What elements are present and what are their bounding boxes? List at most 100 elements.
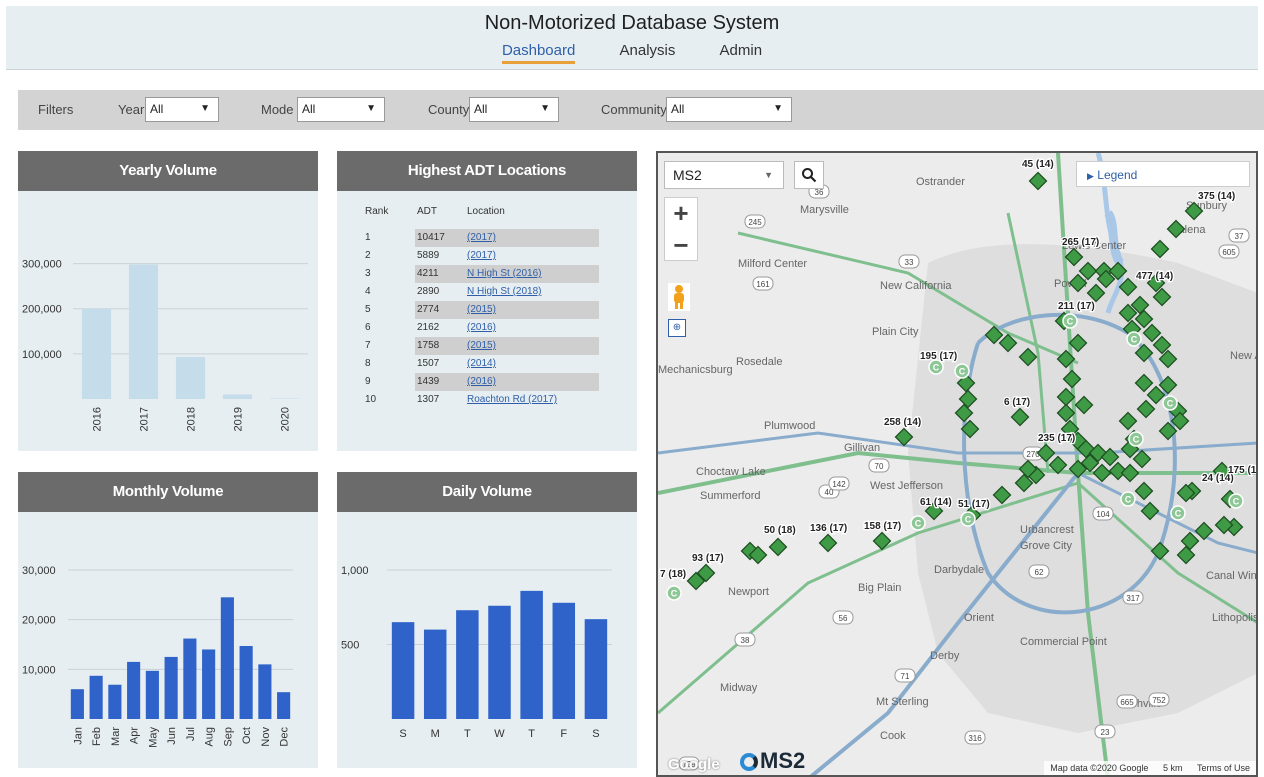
- x-tick-label: S: [399, 728, 406, 740]
- counter-marker-letter: C: [1233, 497, 1240, 507]
- bar[interactable]: [164, 656, 178, 719]
- route-number: 161: [756, 280, 770, 289]
- bar[interactable]: [456, 610, 479, 719]
- map-layer-select[interactable]: MS2 ▼: [664, 161, 784, 189]
- bar[interactable]: [488, 605, 511, 719]
- route-number: 316: [968, 734, 982, 743]
- y-tick-label: 10,000: [22, 664, 56, 676]
- count-station-marker[interactable]: [1028, 171, 1048, 191]
- counter-marker-letter: C: [965, 515, 972, 525]
- location-link[interactable]: N High St (2018): [467, 286, 541, 297]
- adt-table: Rank ADT Location 1 10417 (2017) 2 5889 (2017…: [365, 203, 599, 409]
- rank-cell: 1: [365, 232, 371, 243]
- table-row: 3 4211 N High St (2016): [365, 265, 599, 283]
- location-link[interactable]: (2016): [467, 376, 496, 387]
- bar[interactable]: [127, 661, 141, 719]
- marker-label: 61 (14): [920, 497, 952, 508]
- route-number: 605: [1222, 248, 1236, 257]
- bar[interactable]: [70, 689, 84, 719]
- location-link[interactable]: (2017): [467, 232, 496, 243]
- x-tick-label: Jun: [166, 727, 178, 745]
- bar[interactable]: [222, 394, 253, 399]
- bar[interactable]: [183, 638, 197, 719]
- zoom-area-icon[interactable]: ⊕: [668, 319, 686, 337]
- route-number: 33: [905, 258, 914, 267]
- adt-cell: 10417: [417, 232, 445, 243]
- count-station-marker[interactable]: [1150, 239, 1170, 259]
- daily-volume-chart: 1,000 500 S M T W T F S: [341, 565, 612, 740]
- location-link[interactable]: Roachton Rd (2017): [467, 394, 557, 405]
- col-rank: Rank: [365, 206, 389, 217]
- mode-select[interactable]: All ▼: [297, 97, 385, 122]
- count-station-marker[interactable]: [818, 533, 838, 553]
- adt-cell: 2774: [417, 304, 440, 315]
- nav-dashboard[interactable]: Dashboard: [501, 42, 576, 64]
- bar[interactable]: [258, 664, 272, 719]
- nav-admin[interactable]: Admin: [720, 42, 763, 59]
- bar[interactable]: [175, 357, 206, 399]
- rank-cell: 3: [365, 268, 371, 279]
- adt-cell: 1507: [417, 358, 440, 369]
- x-tick-label: M: [431, 728, 440, 740]
- marker-label: 51 (17): [958, 499, 990, 510]
- location-link[interactable]: (2015): [467, 304, 496, 315]
- place-label: Lithopolis: [1212, 612, 1258, 624]
- x-tick-label: T: [464, 728, 471, 740]
- bar[interactable]: [239, 645, 253, 719]
- search-icon: [802, 168, 817, 183]
- y-tick-label: 20,000: [22, 615, 56, 627]
- table-row: 7 1758 (2015): [365, 337, 599, 355]
- bar[interactable]: [520, 590, 543, 719]
- location-link[interactable]: (2015): [467, 340, 496, 351]
- map-search-button[interactable]: [794, 161, 824, 189]
- terms-of-use-link[interactable]: Terms of Use: [1197, 763, 1250, 773]
- bar[interactable]: [391, 622, 415, 719]
- map-view[interactable]: Marysville Ostrander Sunbury Milford Center…: [656, 151, 1258, 777]
- bar[interactable]: [423, 629, 447, 719]
- rank-cell: 2: [365, 250, 371, 261]
- location-link[interactable]: N High St (2016): [467, 268, 541, 279]
- county-select[interactable]: All ▼: [469, 97, 559, 122]
- route-number: 23: [1101, 728, 1110, 737]
- x-tick-label: 2016: [92, 407, 104, 431]
- marker-label: 265 (17): [1062, 237, 1099, 248]
- zoom-out-button[interactable]: −: [665, 230, 697, 262]
- bar[interactable]: [108, 684, 122, 719]
- count-station-marker[interactable]: [768, 537, 788, 557]
- bar[interactable]: [89, 675, 103, 719]
- x-tick-label: Apr: [129, 727, 141, 744]
- table-row: 6 2162 (2016): [365, 319, 599, 337]
- bar[interactable]: [202, 649, 216, 719]
- yearly-volume-title: Yearly Volume: [18, 151, 318, 191]
- monthly-volume-chart: 30,000 20,000 10,000 Jan Feb Mar Apr May Jun Jul A…: [22, 565, 293, 748]
- year-select[interactable]: All ▼: [145, 97, 219, 122]
- route-number: 752: [1152, 696, 1166, 705]
- chevron-down-icon: ▼: [764, 170, 773, 180]
- bar[interactable]: [584, 619, 608, 719]
- legend-toggle[interactable]: ▶ Legend: [1076, 161, 1250, 187]
- location-link[interactable]: (2016): [467, 322, 496, 333]
- bar[interactable]: [220, 597, 234, 719]
- bar[interactable]: [128, 264, 159, 399]
- location-link[interactable]: (2017): [467, 250, 496, 261]
- bar[interactable]: [552, 602, 576, 719]
- route-number: 71: [901, 672, 910, 681]
- bar[interactable]: [277, 692, 291, 719]
- place-label: Newport: [728, 586, 769, 598]
- counter-marker-letter: C: [1131, 335, 1138, 345]
- community-select[interactable]: All ▼: [666, 97, 792, 122]
- map-canvas[interactable]: MarysvilleOstranderSunburyMilford Center…: [658, 153, 1258, 777]
- location-link[interactable]: (2014): [467, 358, 496, 369]
- zoom-in-button[interactable]: +: [665, 198, 697, 230]
- place-label: Choctaw Lake: [696, 466, 766, 478]
- daily-volume-title: Daily Volume: [337, 472, 637, 512]
- bar[interactable]: [81, 308, 112, 399]
- nav-analysis[interactable]: Analysis: [620, 42, 676, 59]
- x-tick-label: Feb: [91, 727, 103, 746]
- table-row: 4 2890 N High St (2018): [365, 283, 599, 301]
- google-logo: Google: [668, 756, 720, 773]
- chevron-down-icon: ▼: [773, 103, 783, 114]
- marker-label: 258 (14): [884, 417, 921, 428]
- bar[interactable]: [145, 670, 159, 719]
- street-view-pegman-icon[interactable]: [668, 283, 690, 311]
